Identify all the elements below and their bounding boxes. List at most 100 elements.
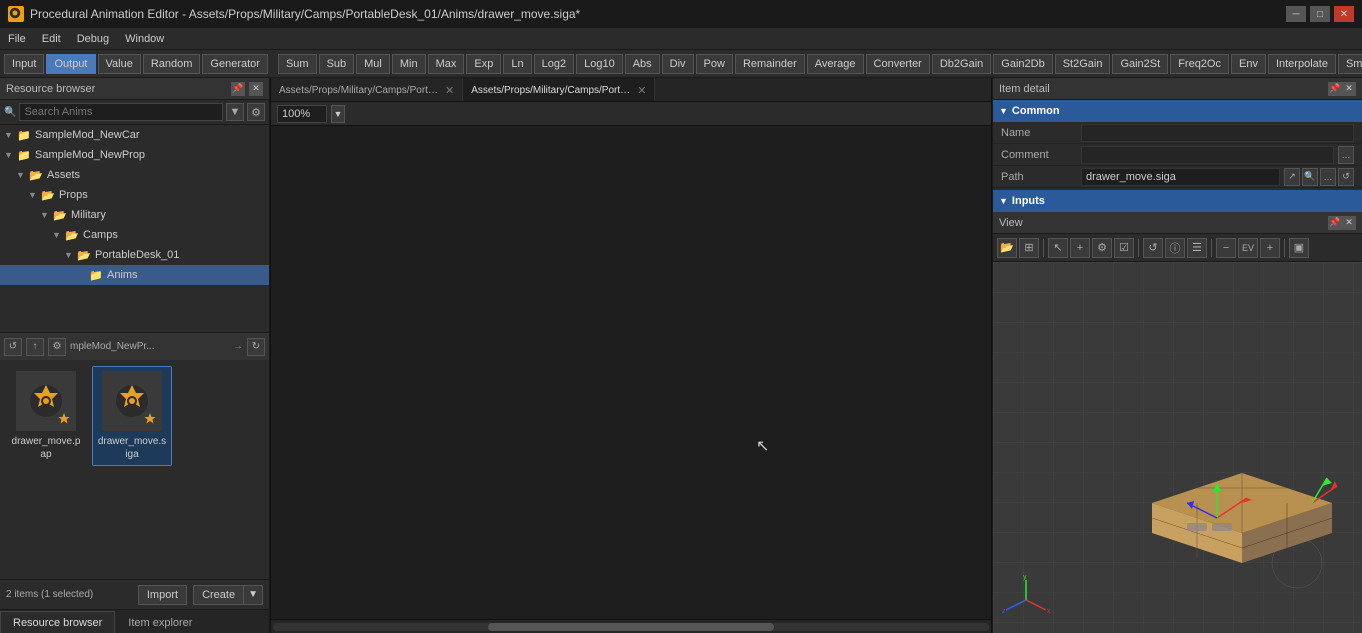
create-dropdown-btn[interactable]: ▼ — [243, 585, 263, 605]
toolbar-input[interactable]: Input — [4, 54, 44, 74]
tree-item-military[interactable]: ▼ 📂 Military — [0, 205, 269, 225]
list-btn[interactable]: ☰ — [1187, 238, 1207, 258]
menu-file[interactable]: File — [0, 31, 34, 47]
add-btn[interactable]: + — [1070, 238, 1090, 258]
toolbar-log2[interactable]: Log2 — [534, 54, 574, 74]
tree-item-anims[interactable]: 📁 Anims — [0, 265, 269, 285]
path-copy-btn[interactable]: … — [1320, 168, 1336, 186]
toolbar-abs[interactable]: Abs — [625, 54, 660, 74]
toolbar-average[interactable]: Average — [807, 54, 864, 74]
nav-back-btn[interactable]: ↺ — [4, 338, 22, 356]
open-folder-btn[interactable]: 📂 — [997, 238, 1017, 258]
grid-view-btn[interactable]: ⊞ — [1019, 238, 1039, 258]
axis-indicator: x y z — [1001, 575, 1051, 625]
toolbar-log10[interactable]: Log10 — [576, 54, 623, 74]
scrollbar-track[interactable] — [273, 623, 989, 631]
file-item-drawer-move-siga[interactable]: drawer_move.siga — [92, 366, 172, 466]
info-btn[interactable]: ⓘ — [1165, 238, 1185, 258]
editor-tab-1[interactable]: Assets/Props/Military/Camps/PortableDesk… — [271, 78, 463, 102]
settings-button[interactable]: ⚙ — [247, 103, 265, 121]
tree-label: Anims — [107, 269, 138, 281]
tab-close-btn-2[interactable]: ✕ — [637, 84, 646, 97]
toolbar-max[interactable]: Max — [428, 54, 465, 74]
close-button[interactable]: ✕ — [1334, 6, 1354, 22]
view-pin-btn[interactable]: 📌 — [1328, 216, 1342, 230]
toolbar-sub[interactable]: Sub — [319, 54, 355, 74]
filter-button[interactable]: ▼ — [226, 103, 244, 121]
common-section-header[interactable]: ▼ Common — [993, 100, 1362, 122]
resource-browser-header-icons: 📌 ✕ — [231, 82, 263, 96]
rotate-ccw-btn[interactable]: ↺ — [1143, 238, 1163, 258]
toolbar-value[interactable]: Value — [98, 54, 141, 74]
create-button[interactable]: Create — [193, 585, 243, 605]
viewport[interactable]: x y z — [993, 262, 1362, 633]
toolbar-sum[interactable]: Sum — [278, 54, 317, 74]
resource-browser-close-btn[interactable]: ✕ — [249, 82, 263, 96]
tree-item-assets[interactable]: ▼ 📂 Assets — [0, 165, 269, 185]
extra-btn[interactable]: ▣ — [1289, 238, 1309, 258]
item-detail-close-btn[interactable]: ✕ — [1342, 82, 1356, 96]
toolbar-exp[interactable]: Exp — [466, 54, 501, 74]
editor-scrollbar[interactable] — [271, 619, 991, 633]
maximize-button[interactable]: □ — [1310, 6, 1330, 22]
toolbar-pow[interactable]: Pow — [696, 54, 733, 74]
toolbar-env[interactable]: Env — [1231, 54, 1266, 74]
property-name-value[interactable] — [1081, 124, 1354, 142]
toolbar-random[interactable]: Random — [143, 54, 201, 74]
tree-label: PortableDesk_01 — [95, 249, 179, 261]
tree-item-samplemod-newprop[interactable]: ▼ 📁 SampleMod_NewProp — [0, 145, 269, 165]
property-path-value[interactable]: drawer_move.siga — [1081, 168, 1280, 186]
settings-btn[interactable]: ⚙ — [48, 338, 66, 356]
editor-canvas[interactable]: ↖ — [271, 126, 991, 619]
toolbar-gain2st[interactable]: Gain2St — [1112, 54, 1168, 74]
toolbar-ln[interactable]: Ln — [503, 54, 531, 74]
ev-btn[interactable]: EV — [1238, 238, 1258, 258]
import-button[interactable]: Import — [138, 585, 187, 605]
menu-debug[interactable]: Debug — [69, 31, 117, 47]
tab-resource-browser[interactable]: Resource browser — [0, 611, 115, 633]
toolbar-gain2db[interactable]: Gain2Db — [993, 54, 1052, 74]
tree-item-props[interactable]: ▼ 📂 Props — [0, 185, 269, 205]
toolbar-smoother[interactable]: Smoother — [1338, 54, 1362, 74]
toolbar-converter[interactable]: Converter — [866, 54, 930, 74]
toolbar-mul[interactable]: Mul — [356, 54, 390, 74]
toolbar-div[interactable]: Div — [662, 54, 694, 74]
zoom-dropdown-btn[interactable]: ▼ — [331, 105, 345, 123]
cursor-btn[interactable]: ↖ — [1048, 238, 1068, 258]
comment-more-btn[interactable]: … — [1338, 146, 1354, 164]
tab-close-btn[interactable]: ✕ — [445, 84, 454, 97]
file-item-drawer-move-pap[interactable]: drawer_move.pap — [6, 366, 86, 466]
toolbar-remainder[interactable]: Remainder — [735, 54, 805, 74]
toolbar-output[interactable]: Output — [46, 54, 95, 74]
menu-window[interactable]: Window — [117, 31, 172, 47]
view-close-btn[interactable]: ✕ — [1342, 216, 1356, 230]
scrollbar-thumb[interactable] — [488, 623, 774, 631]
toolbar-db2gain[interactable]: Db2Gain — [932, 54, 991, 74]
inputs-section-header[interactable]: ▼ Inputs — [993, 190, 1362, 212]
path-search-btn[interactable]: 🔍 — [1302, 168, 1318, 186]
search-input[interactable] — [19, 103, 223, 121]
tree-item-portabledesk[interactable]: ▼ 📂 PortableDesk_01 — [0, 245, 269, 265]
resource-browser-pin-btn[interactable]: 📌 — [231, 82, 245, 96]
toolbar-min[interactable]: Min — [392, 54, 426, 74]
checkbox-btn[interactable]: ☑ — [1114, 238, 1134, 258]
plus-btn[interactable]: + — [1260, 238, 1280, 258]
toolbar-st2gain[interactable]: St2Gain — [1055, 54, 1111, 74]
property-comment-value[interactable] — [1081, 146, 1334, 164]
toolbar-interpolate[interactable]: Interpolate — [1268, 54, 1336, 74]
toolbar-freq2oc[interactable]: Freq2Oc — [1170, 54, 1229, 74]
path-reset-btn[interactable]: ↺ — [1338, 168, 1354, 186]
minimize-button[interactable]: ─ — [1286, 6, 1306, 22]
reload-btn[interactable]: ↻ — [247, 338, 265, 356]
editor-tab-2[interactable]: Assets/Props/Military/Camps/PortableDesk… — [463, 78, 655, 102]
puzzle-btn[interactable]: ⚙ — [1092, 238, 1112, 258]
path-open-btn[interactable]: ↗ — [1284, 168, 1300, 186]
tab-item-explorer[interactable]: Item explorer — [115, 611, 205, 633]
tree-item-camps[interactable]: ▼ 📂 Camps — [0, 225, 269, 245]
tree-item-samplemod-newcar[interactable]: ▼ 📁 SampleMod_NewCar — [0, 125, 269, 145]
minus-btn[interactable]: − — [1216, 238, 1236, 258]
menu-edit[interactable]: Edit — [34, 31, 69, 47]
item-detail-pin-btn[interactable]: 📌 — [1328, 82, 1342, 96]
nav-up-btn[interactable]: ↑ — [26, 338, 44, 356]
toolbar-generator[interactable]: Generator — [202, 54, 268, 74]
